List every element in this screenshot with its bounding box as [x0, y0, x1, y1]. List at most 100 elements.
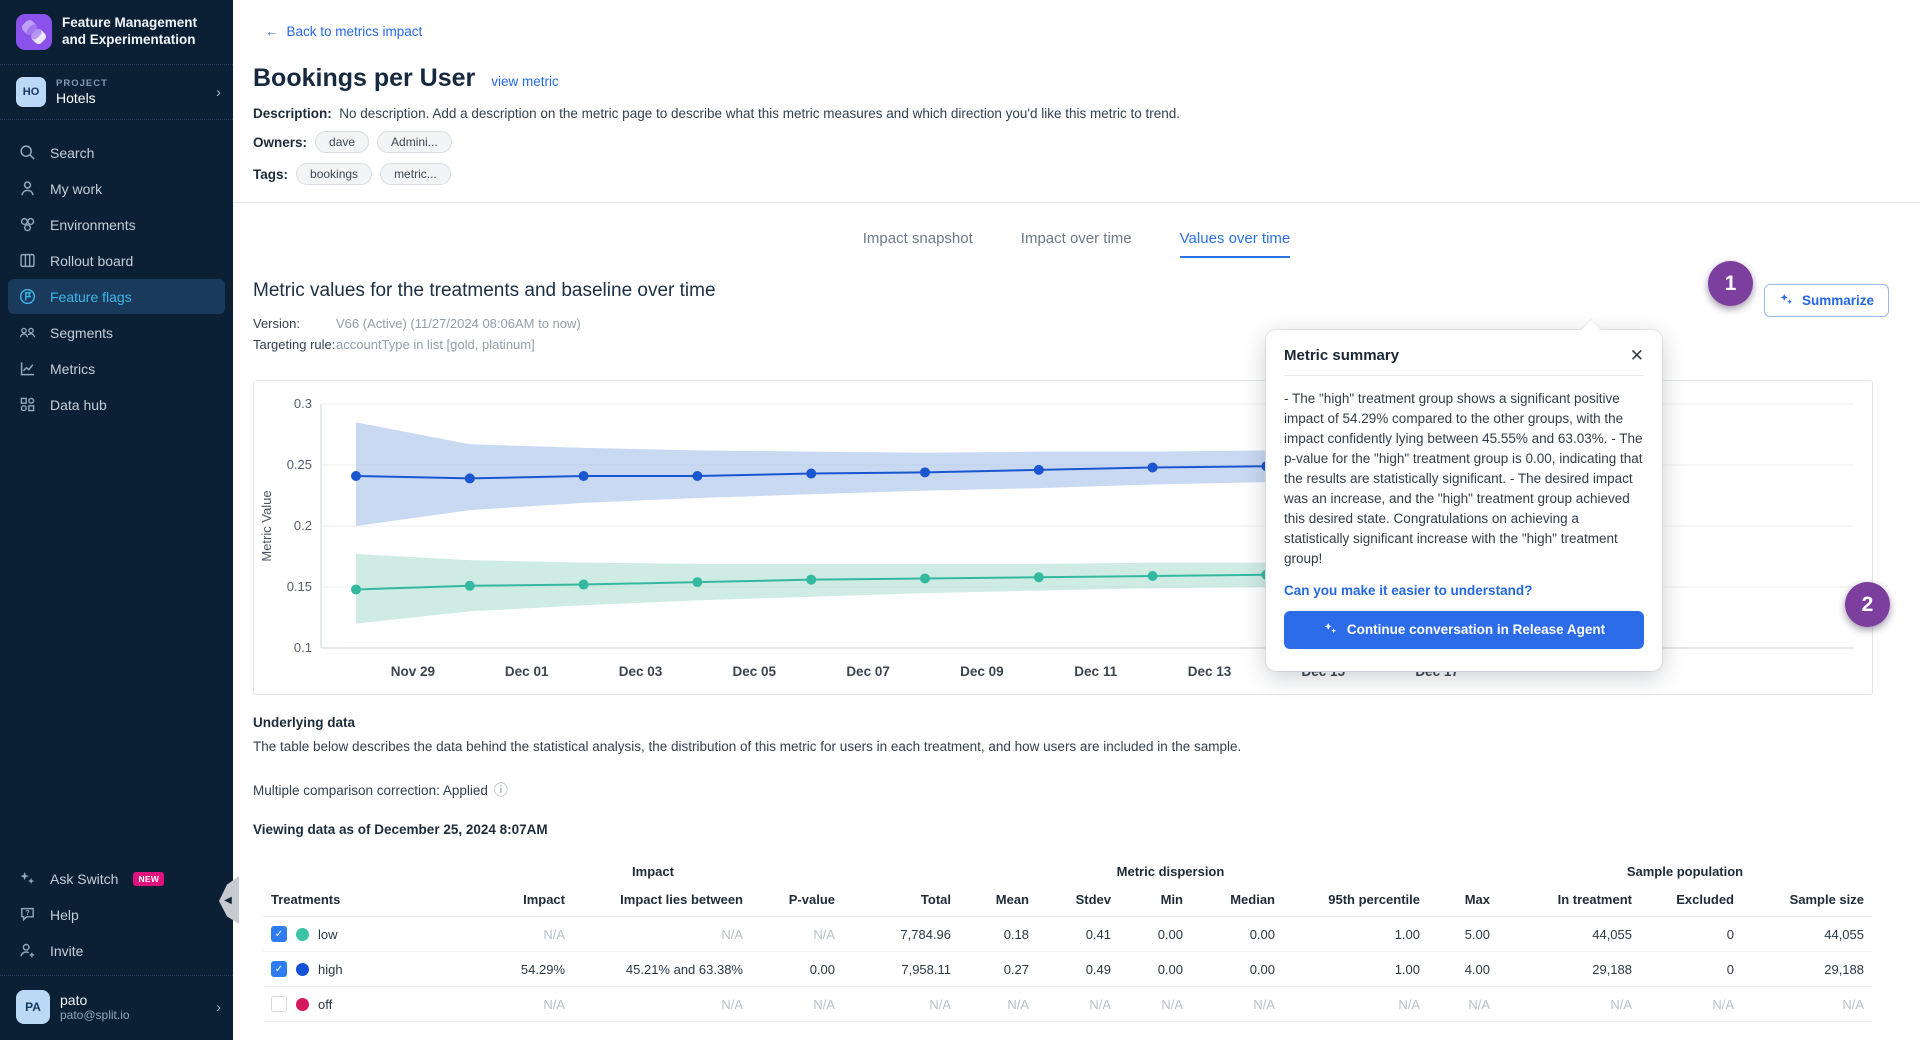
close-icon[interactable]: ✕ — [1630, 347, 1644, 364]
summarize-button[interactable]: Summarize — [1764, 284, 1889, 317]
underlying-data-title: Underlying data — [253, 715, 1920, 730]
sidebar-item-invite[interactable]: Invite — [8, 933, 225, 968]
back-link[interactable]: ← Back to metrics impact — [265, 24, 422, 39]
table-row-low: ✓ low N/AN/AN/A7,784.960.180.410.000.001… — [263, 917, 1872, 952]
svg-text:Nov 29: Nov 29 — [391, 664, 435, 679]
column-header-p-value: P-value — [751, 883, 843, 917]
table-cell: N/A — [1742, 987, 1872, 1022]
owners-label: Owners: — [253, 135, 307, 150]
user-name: pato — [60, 992, 206, 1008]
sidebar-item-metrics[interactable]: Metrics — [8, 351, 225, 386]
sidebar-item-environments[interactable]: Environments — [8, 207, 225, 242]
project-badge: HO — [16, 77, 46, 107]
table-cell: 7,958.11 — [843, 952, 959, 987]
tab-values-over-time[interactable]: Values over time — [1180, 230, 1291, 258]
avatar: PA — [16, 990, 50, 1024]
table-cell: 1.00 — [1283, 917, 1428, 952]
treatment-checkbox-off[interactable] — [271, 996, 287, 1012]
sidebar-item-label: Invite — [50, 943, 83, 959]
data-hub-icon — [18, 395, 37, 414]
treatment-checkbox-high[interactable]: ✓ — [271, 961, 287, 977]
chevron-right-icon: › — [216, 84, 221, 101]
targeting-rule-value: accountType in list [gold, platinum] — [336, 337, 535, 352]
table-cell: 7,784.96 — [843, 917, 959, 952]
info-icon[interactable]: ⓘ — [494, 780, 508, 800]
column-header-max: Max — [1428, 883, 1498, 917]
step-badge-2: 2 — [1845, 582, 1890, 627]
column-header-sample-size: Sample size — [1742, 883, 1872, 917]
treatment-checkbox-low[interactable]: ✓ — [271, 926, 287, 942]
easier-to-understand-link[interactable]: Can you make it easier to understand? — [1284, 583, 1644, 598]
underlying-data-description: The table below describes the data behin… — [253, 739, 1920, 754]
metrics-icon — [18, 359, 37, 378]
svg-text:Metric Value: Metric Value — [259, 490, 274, 561]
continue-conversation-button[interactable]: Continue conversation in Release Agent — [1284, 611, 1644, 649]
table-cell: N/A — [1119, 987, 1191, 1022]
table-cell: 54.29% — [463, 952, 573, 987]
new-badge: NEW — [133, 872, 164, 886]
chart-section-title: Metric values for the treatments and bas… — [253, 280, 1920, 302]
column-header-stdev: Stdev — [1037, 883, 1119, 917]
table-cell: N/A — [1191, 987, 1283, 1022]
table-group-treatments — [263, 855, 463, 883]
owner-pill[interactable]: Admini... — [377, 131, 452, 153]
table-cell: N/A — [751, 917, 843, 952]
treatment-name: high — [318, 962, 343, 977]
svg-text:Dec 13: Dec 13 — [1188, 664, 1232, 679]
table-cell: N/A — [1037, 987, 1119, 1022]
table-cell: 0.00 — [1119, 952, 1191, 987]
as-of-line: Viewing data as of December 25, 2024 8:0… — [253, 822, 1920, 837]
svg-text:Dec 03: Dec 03 — [619, 664, 663, 679]
sparkle-icon — [1323, 621, 1338, 639]
svg-text:Dec 09: Dec 09 — [960, 664, 1004, 679]
view-metric-link[interactable]: view metric — [491, 74, 559, 89]
tab-impact-snapshot[interactable]: Impact snapshot — [863, 230, 973, 258]
table-cell: 44,055 — [1742, 917, 1872, 952]
owner-pill[interactable]: dave — [315, 131, 369, 153]
sidebar-item-search[interactable]: Search — [8, 135, 225, 170]
version-info: Version:V66 (Active) (11/27/2024 08:06AM… — [253, 313, 1920, 356]
tag-pill[interactable]: bookings — [296, 163, 372, 185]
table-cell: 1.00 — [1283, 952, 1428, 987]
sidebar-item-segments[interactable]: Segments — [8, 315, 225, 350]
sidebar-item-feature-flags[interactable]: Feature flags — [8, 279, 225, 314]
sidebar-item-ask-switch[interactable]: Ask Switch NEW — [8, 861, 225, 896]
sidebar-item-label: Ask Switch — [50, 871, 118, 887]
sidebar-item-label: Environments — [50, 217, 136, 233]
treatment-dot-low — [296, 928, 309, 941]
tag-pill[interactable]: metric... — [380, 163, 451, 185]
column-header-total: Total — [843, 883, 959, 917]
sidebar-item-data-hub[interactable]: Data hub — [8, 387, 225, 422]
app-logo: Feature Management and Experimentation — [0, 0, 233, 65]
table-cell: N/A — [751, 987, 843, 1022]
tab-bar: Impact snapshot Impact over time Values ov… — [233, 230, 1920, 258]
project-selector[interactable]: HO PROJECT Hotels › — [0, 65, 233, 120]
sidebar-item-my-work[interactable]: My work — [8, 171, 225, 206]
feature-flags-icon — [18, 287, 37, 306]
arrow-left-icon: ← — [265, 24, 279, 39]
sidebar-item-help[interactable]: ? Help — [8, 897, 225, 932]
sidebar-nav: Search My work Environments Rollout boar… — [0, 120, 233, 860]
table-cell: 0.00 — [1119, 917, 1191, 952]
sidebar-item-rollout-board[interactable]: Rollout board — [8, 243, 225, 278]
sparkle-icon — [1779, 292, 1794, 310]
table-group-sample-population: Sample population — [1498, 855, 1872, 883]
column-header-95th-percentile: 95th percentile — [1283, 883, 1428, 917]
table-cell: N/A — [463, 987, 573, 1022]
table-cell: N/A — [1640, 987, 1742, 1022]
table-row-high: ✓ high 54.29%45.21% and 63.38%0.007,958.… — [263, 952, 1872, 987]
table-cell: 0.00 — [1191, 952, 1283, 987]
tab-impact-over-time[interactable]: Impact over time — [1021, 230, 1132, 258]
column-header-median: Median — [1191, 883, 1283, 917]
table-cell: 0.18 — [959, 917, 1037, 952]
sidebar-item-label: Rollout board — [50, 253, 133, 269]
my-work-icon — [18, 179, 37, 198]
column-header-mean: Mean — [959, 883, 1037, 917]
correction-line: Multiple comparison correction: Applied … — [253, 780, 1920, 800]
svg-text:Dec 11: Dec 11 — [1074, 664, 1117, 679]
user-menu[interactable]: PA pato pato@split.io › — [0, 975, 233, 1040]
table-cell: N/A — [573, 917, 751, 952]
main-content: ← Back to metrics impact Bookings per Us… — [233, 0, 1920, 1040]
table-cell: N/A — [1428, 987, 1498, 1022]
user-email: pato@split.io — [60, 1008, 206, 1022]
